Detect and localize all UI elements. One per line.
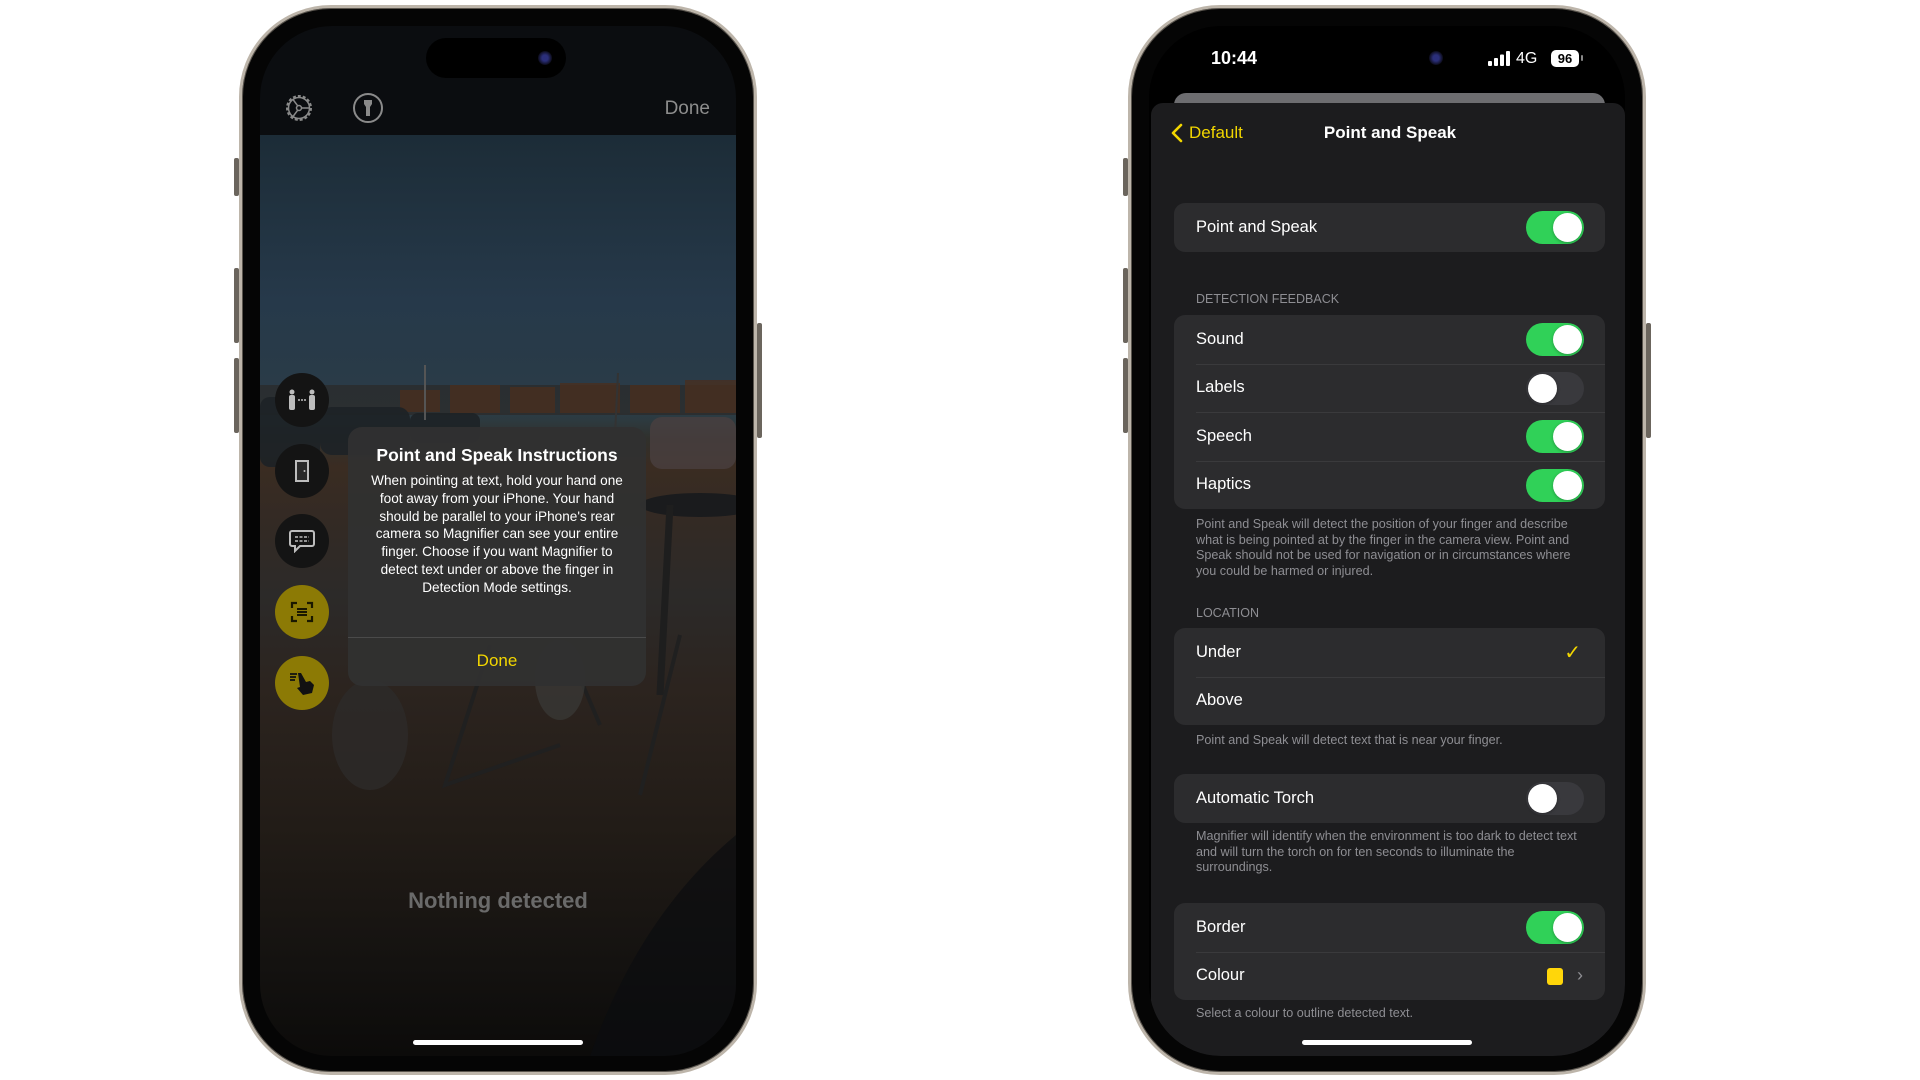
row-label: Haptics [1196, 475, 1252, 494]
border-row: Border [1174, 903, 1605, 952]
done-button[interactable]: Done [665, 98, 710, 120]
dynamic-island [1317, 40, 1457, 76]
automatic-torch-group: Automatic Torch [1174, 774, 1605, 823]
haptics-toggle[interactable] [1526, 468, 1584, 502]
section-footer: Magnifier will identify when the environ… [1196, 829, 1577, 874]
point-and-speak-row: Point and Speak [1174, 203, 1605, 252]
dynamic-island [426, 38, 566, 78]
gear-icon[interactable] [282, 91, 316, 125]
speech-row: Speech [1174, 412, 1605, 461]
automatic-torch-toggle[interactable] [1526, 782, 1584, 815]
door-detection-icon [295, 460, 309, 482]
haptics-row: Haptics [1174, 460, 1605, 510]
border-group: Border Colour › [1174, 903, 1605, 1000]
row-label: Border [1196, 917, 1246, 936]
row-label: Sound [1196, 329, 1244, 348]
detection-status: Nothing detected [408, 888, 588, 913]
colour-swatch [1547, 967, 1563, 985]
colour-row[interactable]: Colour › [1174, 951, 1605, 1001]
row-label: Labels [1196, 378, 1245, 397]
dialog-body: When pointing at text, hold your hand on… [371, 473, 623, 595]
image-description-button[interactable] [275, 514, 329, 568]
right-phone: 10:44 4G 96 Point and Speak Default Poin… [1123, 5, 1651, 1075]
magnifier-screen: Done Point and Speak Instructions When p… [260, 26, 736, 1056]
back-button[interactable]: Default [1171, 123, 1243, 143]
row-label: Colour [1196, 966, 1245, 985]
settings-screen: 10:44 4G 96 Point and Speak Default Poin… [1149, 26, 1625, 1056]
status-time: 10:44 [1211, 48, 1258, 68]
location-group: Under ✓ Above [1174, 628, 1605, 725]
chevron-right-icon: › [1577, 964, 1583, 985]
text-detection-button[interactable] [275, 585, 329, 639]
home-indicator[interactable] [1302, 1040, 1472, 1045]
location-above-option[interactable]: Above [1174, 676, 1605, 726]
checkmark-icon: ✓ [1564, 642, 1581, 664]
people-detection-icon [289, 389, 315, 410]
sound-toggle[interactable] [1526, 323, 1584, 356]
point-and-speak-toggle[interactable] [1526, 211, 1584, 244]
dialog-title: Point and Speak Instructions [376, 445, 618, 465]
image-description-icon [289, 530, 315, 553]
section-footer: Point and Speak will detect the position… [1196, 517, 1571, 578]
labels-toggle[interactable] [1526, 371, 1584, 405]
automatic-torch-row: Automatic Torch [1174, 774, 1605, 823]
border-toggle[interactable] [1526, 911, 1584, 944]
flashlight-icon[interactable] [351, 91, 385, 125]
location-under-option[interactable]: Under ✓ [1174, 628, 1605, 677]
back-label: Default [1189, 123, 1243, 142]
detection-feedback-group: Sound Labels Speech Haptics [1174, 315, 1605, 509]
section-footer: Point and Speak will detect text that is… [1196, 733, 1503, 747]
dialog-done-button[interactable]: Done [348, 651, 646, 671]
row-label: Speech [1196, 426, 1252, 445]
door-detection-button[interactable] [275, 444, 329, 498]
row-label: Point and Speak [1196, 217, 1318, 236]
point-and-speak-group: Point and Speak [1174, 203, 1605, 252]
chevron-left-icon [1171, 123, 1183, 143]
section-footer: Select a colour to outline detected text… [1196, 1006, 1414, 1020]
home-indicator[interactable] [413, 1040, 583, 1045]
text-detection-icon [290, 601, 314, 623]
row-label: Automatic Torch [1196, 788, 1314, 807]
sound-row: Sound [1174, 315, 1605, 364]
signal-icon [1488, 51, 1510, 66]
people-detection-button[interactable] [275, 373, 329, 427]
row-label: Above [1196, 691, 1243, 710]
network-type: 4G [1516, 50, 1538, 67]
left-phone: Done Point and Speak Instructions When p… [234, 5, 762, 1075]
point-and-speak-icon [290, 673, 314, 695]
row-label: Under [1196, 642, 1241, 661]
speech-toggle[interactable] [1526, 420, 1584, 453]
labels-row: Labels [1174, 363, 1605, 413]
instructions-dialog: Point and Speak Instructions When pointi… [348, 427, 646, 686]
battery-icon: 96 [1551, 50, 1579, 67]
point-and-speak-button[interactable] [275, 656, 329, 710]
dialog-divider [348, 637, 646, 638]
section-header: LOCATION [1196, 606, 1259, 620]
section-header: DETECTION FEEDBACK [1196, 292, 1340, 306]
